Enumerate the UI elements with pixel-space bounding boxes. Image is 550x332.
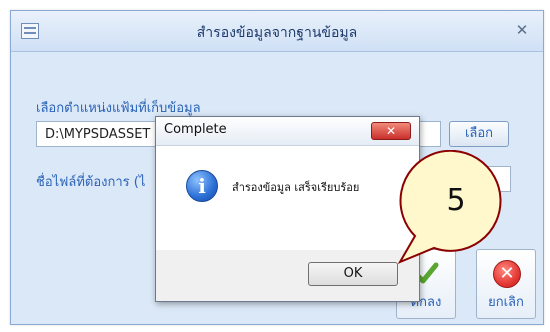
close-icon[interactable]: ✕ [371,122,411,140]
message-box-footer: OK [156,250,419,301]
message-box-title-bar: Complete ✕ [156,117,419,146]
message-box-title: Complete [164,122,227,137]
complete-message-box: Complete ✕ i สำรองข้อมูล เสร็จเรียบร้อย … [155,116,420,302]
info-icon: i [186,170,218,202]
window-title: สำรองข้อมูลจากฐานข้อมูล [196,25,358,41]
folder-label: เลือกตำแหน่งแฟ้มที่เก็บข้อมูล [36,101,201,116]
message-ok-button[interactable]: OK [308,262,398,286]
cancel-icon: ✕ [493,260,521,288]
cancel-button[interactable]: ✕ ยกเลิก [476,249,536,319]
browse-button[interactable]: เลือก [449,121,509,147]
message-text: สำรองข้อมูล เสร็จเรียบร้อย [232,181,360,194]
close-icon[interactable]: ✕ [511,19,533,41]
title-bar: สำรองข้อมูลจากฐานข้อมูล ✕ [11,11,543,52]
filename-label: ชื่อไฟล์ที่ต้องการ (ไ [36,175,146,190]
filename-field[interactable] [441,166,511,192]
cancel-button-label: ยกเลิก [488,295,524,310]
message-box-body: i สำรองข้อมูล เสร็จเรียบร้อย [156,146,419,250]
